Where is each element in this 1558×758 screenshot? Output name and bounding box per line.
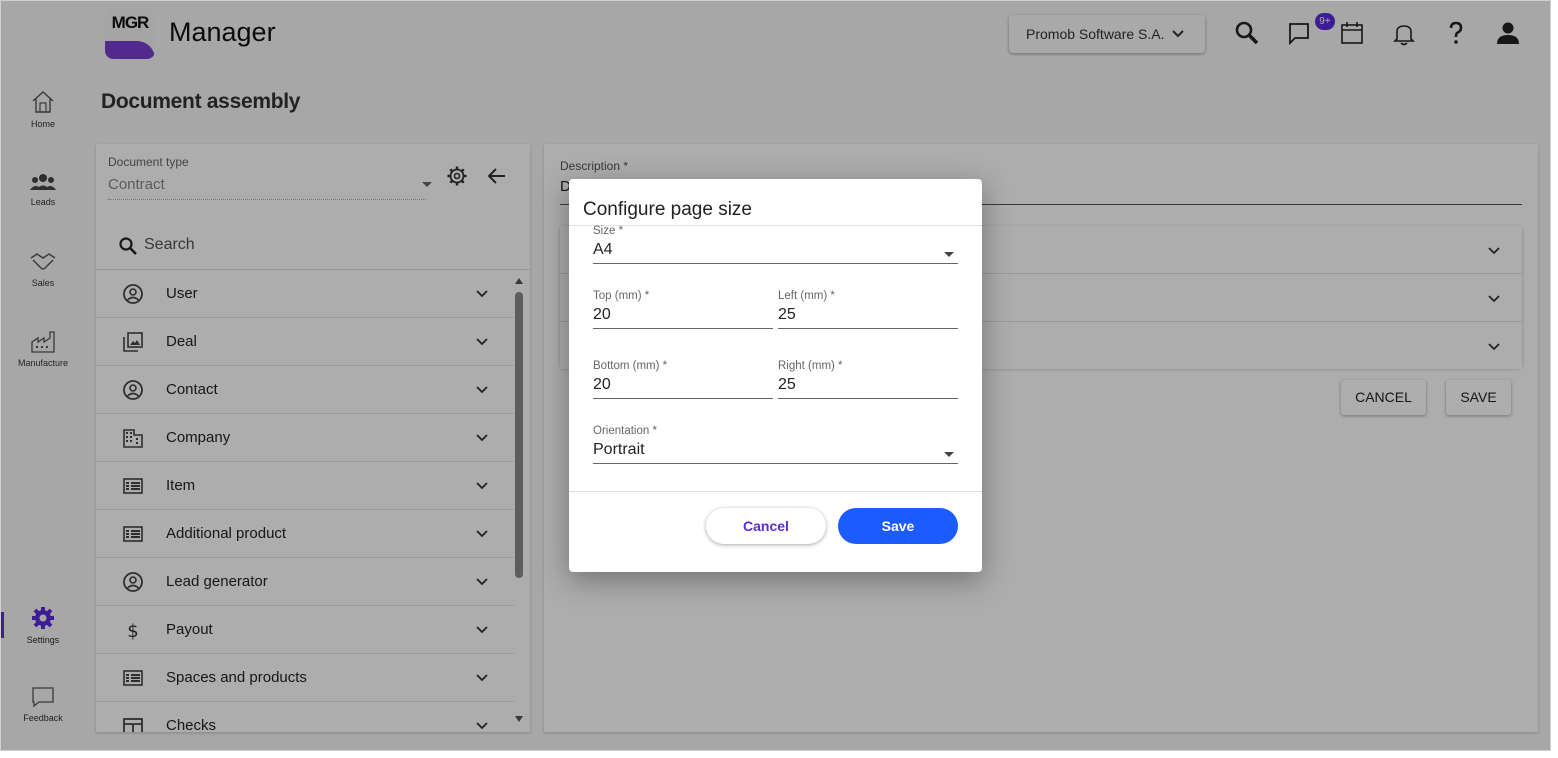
orientation-label: Orientation * [593, 425, 657, 437]
dropdown-caret-icon [944, 252, 954, 257]
size-select[interactable]: Size * A4 [593, 225, 958, 264]
dialog-save-button[interactable]: Save [838, 508, 958, 544]
right-margin-field[interactable]: Right (mm) * 25 [778, 360, 958, 399]
left-label: Left (mm) * [778, 290, 835, 302]
left-margin-field[interactable]: Left (mm) * 25 [778, 290, 958, 329]
top-margin-field[interactable]: Top (mm) * 20 [593, 290, 773, 329]
orientation-value: Portrait [593, 441, 958, 464]
dropdown-caret-icon [944, 452, 954, 457]
dialog-title: Configure page size [583, 199, 752, 220]
size-value: A4 [593, 241, 958, 264]
top-value[interactable]: 20 [593, 306, 773, 329]
bottom-label: Bottom (mm) * [593, 360, 668, 372]
bottom-value[interactable]: 20 [593, 376, 773, 399]
configure-page-size-dialog: Configure page size Size * A4 Top (mm) *… [569, 179, 982, 572]
top-label: Top (mm) * [593, 290, 650, 302]
bottom-margin-field[interactable]: Bottom (mm) * 20 [593, 360, 773, 399]
right-value[interactable]: 25 [778, 376, 958, 399]
orientation-select[interactable]: Orientation * Portrait [593, 425, 958, 464]
size-label: Size * [593, 225, 624, 237]
right-label: Right (mm) * [778, 360, 843, 372]
left-value[interactable]: 25 [778, 306, 958, 329]
dialog-cancel-button[interactable]: Cancel [706, 508, 826, 544]
divider [569, 491, 982, 492]
